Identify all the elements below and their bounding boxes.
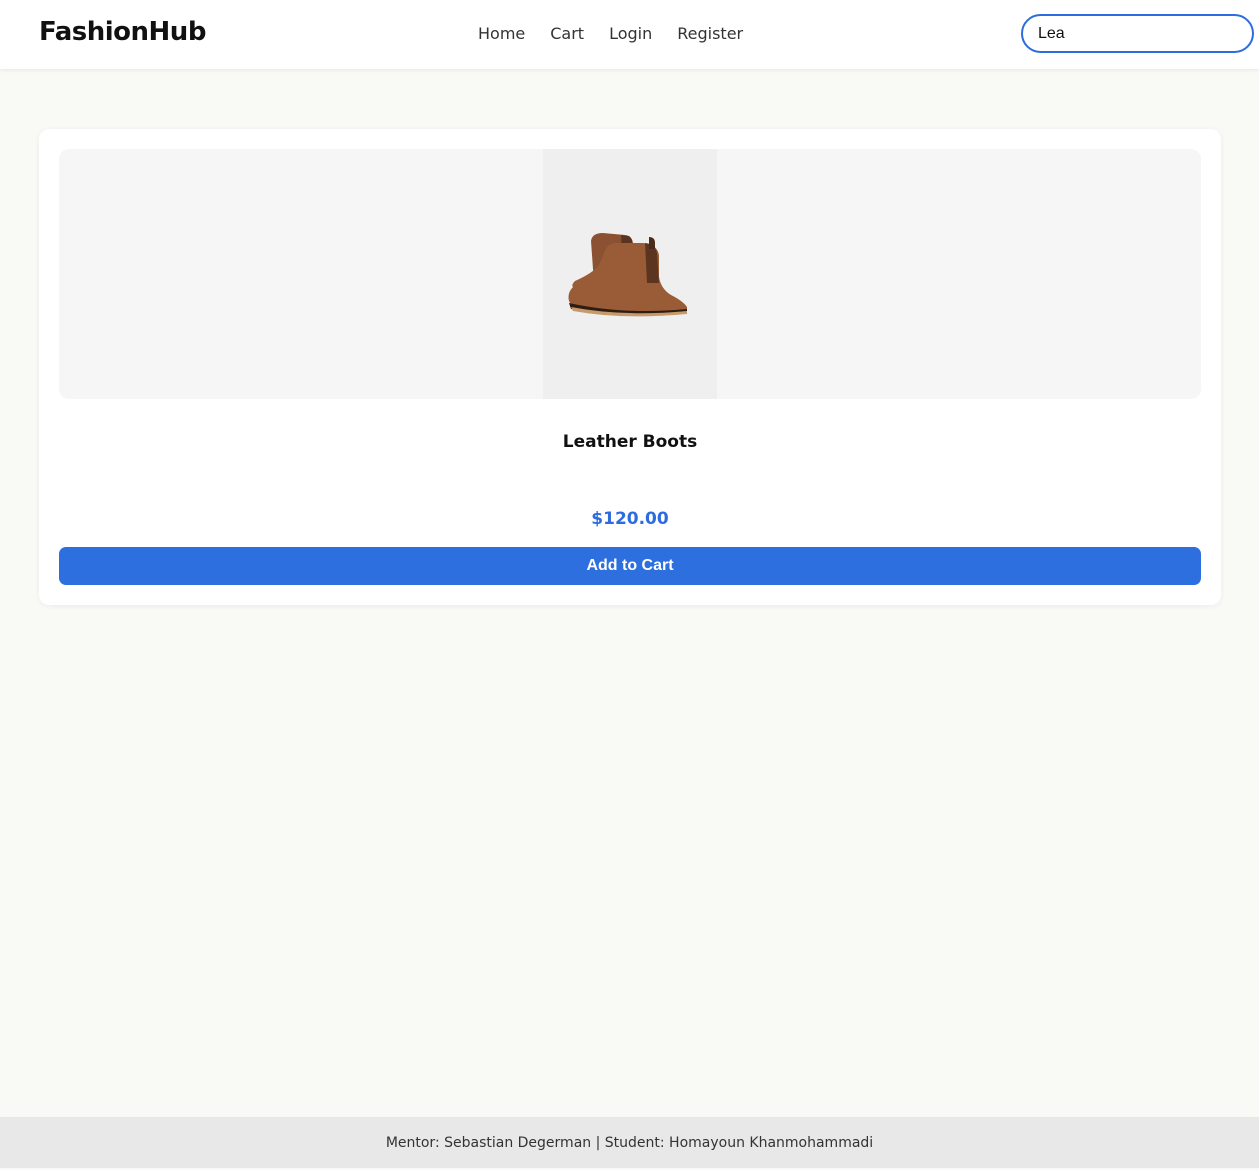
product-price: $120.00 xyxy=(591,509,669,529)
product-name: Leather Boots xyxy=(562,432,698,452)
footer-credits: Mentor: Sebastian Degerman | Student: Ho… xyxy=(385,1135,874,1151)
search-input[interactable] xyxy=(1021,14,1254,53)
navbar: FashionHub Home Cart Login Register xyxy=(0,0,1259,69)
add-to-cart-button[interactable]: Add to Cart xyxy=(59,547,1201,585)
product-card: Leather Boots $120.00 Add to Cart xyxy=(39,129,1221,605)
footer: Mentor: Sebastian Degerman | Student: Ho… xyxy=(0,1117,1259,1168)
nav-link-login[interactable]: Login xyxy=(609,24,652,43)
product-image[interactable] xyxy=(543,149,717,399)
nav-links: Home Cart Login Register xyxy=(478,24,743,43)
nav-link-home[interactable]: Home xyxy=(478,24,525,43)
leather-boots-image xyxy=(568,233,687,317)
nav-link-cart[interactable]: Cart xyxy=(550,24,584,43)
brand-logo[interactable]: FashionHub xyxy=(39,17,206,47)
product-image-container xyxy=(59,149,1201,399)
nav-link-register[interactable]: Register xyxy=(677,24,743,43)
